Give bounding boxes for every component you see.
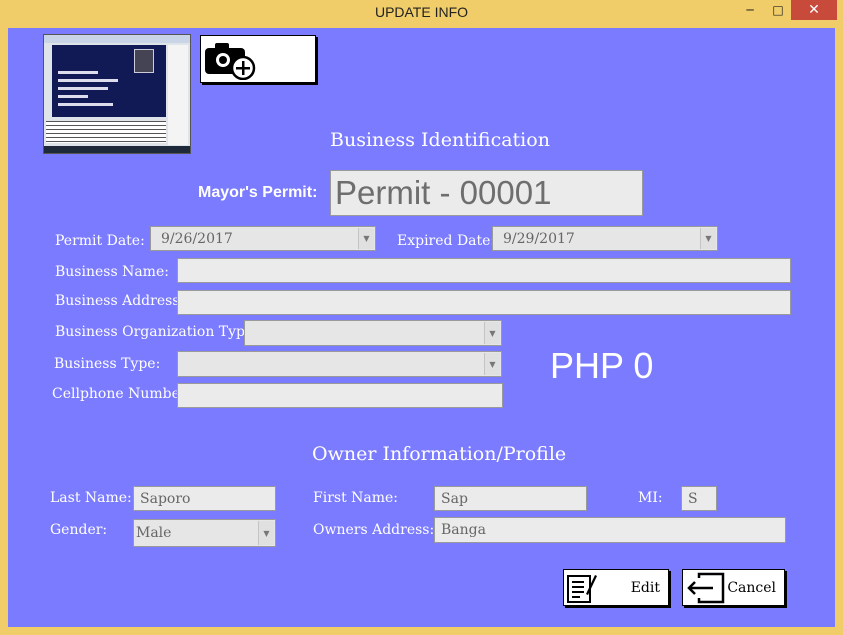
cellphone-label: Cellphone Number: (52, 386, 192, 402)
business-section-title: Business Identification (330, 129, 550, 151)
camera-add-icon (205, 43, 256, 80)
choose-photo-button[interactable]: Choose (200, 35, 316, 83)
photo-detail (134, 49, 154, 73)
last-name-field[interactable]: Saporo (133, 486, 276, 511)
photo-detail (58, 71, 98, 74)
photo-detail (58, 79, 118, 82)
owner-section-title: Owner Information/Profile (312, 443, 567, 465)
mi-field[interactable]: S (681, 486, 717, 511)
photo-detail (44, 35, 190, 43)
mayors-permit-label: Mayor's Permit: (198, 184, 318, 201)
business-address-label: Business Address: (55, 293, 185, 309)
cellphone-field[interactable] (177, 383, 503, 408)
business-address-field[interactable] (177, 290, 791, 315)
owners-address-label: Owners Address: (313, 522, 435, 538)
org-type-select[interactable]: ▼ (244, 320, 502, 346)
chevron-down-icon[interactable]: ▼ (484, 353, 500, 375)
form-panel: Choose Business Identification Mayor's P… (8, 28, 835, 627)
close-button[interactable]: ✕ (791, 0, 837, 20)
gender-select[interactable]: Male ▼ (133, 519, 276, 547)
photo-detail (58, 103, 113, 106)
cancel-label: Cancel (727, 580, 776, 596)
edit-label: Edit (630, 580, 660, 596)
edit-document-icon (567, 575, 597, 603)
first-name-label: First Name: (313, 490, 399, 506)
org-type-label: Business Organization Type: (55, 324, 258, 340)
business-name-field[interactable] (177, 258, 791, 283)
permit-date-label: Permit Date: (55, 233, 145, 249)
business-type-select[interactable]: ▼ (177, 351, 502, 377)
gender-label: Gender: (50, 522, 108, 538)
cancel-button[interactable]: Cancel (682, 569, 785, 606)
chevron-down-icon[interactable]: ▼ (358, 228, 374, 249)
maximize-button[interactable]: □ (766, 0, 790, 20)
chevron-down-icon[interactable]: ▼ (484, 322, 500, 344)
business-type-label: Business Type: (54, 356, 161, 372)
maximize-icon: □ (772, 3, 784, 17)
owners-address-field[interactable]: Banga (434, 517, 786, 543)
business-name-label: Business Name: (55, 264, 169, 280)
expired-date-label: Expired Date: (397, 233, 496, 249)
mayors-permit-field[interactable]: Permit - 00001 (330, 170, 643, 216)
photo-detail (46, 121, 166, 143)
photo-detail (44, 146, 190, 153)
permit-date-value: 9/26/2017 (161, 230, 233, 247)
photo-detail (58, 87, 108, 90)
mi-label: MI: (638, 490, 663, 506)
exit-icon (687, 572, 725, 604)
permit-date-picker[interactable]: 9/26/2017 ▼ (150, 226, 376, 251)
minimize-button[interactable]: ─ (738, 0, 762, 20)
edit-button[interactable]: Edit (563, 569, 669, 606)
photo-detail (58, 95, 88, 98)
chevron-down-icon[interactable]: ▼ (258, 521, 274, 545)
minimize-icon: ─ (746, 3, 754, 17)
choose-label: Choose (261, 50, 310, 66)
gender-value: Male (136, 525, 172, 541)
window-title: UPDATE INFO (374, 4, 469, 20)
chevron-down-icon[interactable]: ▼ (700, 228, 716, 249)
profile-photo (43, 34, 191, 154)
close-icon: ✕ (808, 2, 820, 18)
expired-date-value: 9/29/2017 (503, 230, 575, 247)
amount-display: PHP 0 (550, 345, 654, 386)
photo-detail (168, 45, 188, 145)
title-bar: UPDATE INFO ─ □ ✕ (0, 0, 843, 27)
first-name-field[interactable]: Sap (434, 486, 587, 511)
expired-date-picker[interactable]: 9/29/2017 ▼ (492, 226, 718, 251)
last-name-label: Last Name: (50, 490, 132, 506)
